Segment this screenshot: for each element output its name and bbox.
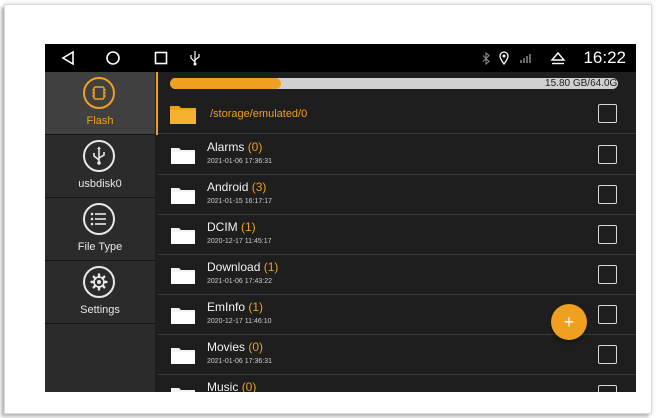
sidebar-item-label: Flash — [86, 115, 114, 127]
recents-icon[interactable] — [152, 48, 170, 68]
file-name: Download — [207, 260, 261, 274]
gear-icon — [83, 266, 115, 298]
file-date: 2020-12-17 11:46:10 — [207, 318, 272, 325]
eject-icon[interactable] — [549, 48, 567, 68]
file-checkbox[interactable] — [598, 185, 617, 204]
file-count: (0) — [247, 140, 263, 154]
file-date: 2021-01-06 17:36:31 — [207, 358, 272, 365]
current-path-row[interactable]: /storage/emulated/0 — [158, 94, 636, 134]
flash-chip-icon — [83, 77, 115, 109]
back-icon[interactable] — [59, 48, 77, 68]
file-count: (1) — [248, 300, 264, 314]
file-name-line: Download (1) — [207, 260, 278, 274]
folder-icon — [171, 308, 195, 324]
file-browser: 15.80 GB/64.0GB /storage/emulated/0 Alar… — [158, 72, 636, 392]
file-row[interactable]: Download (1) 2021-01-06 17:43:22 — [158, 255, 636, 295]
usb-icon — [83, 140, 115, 172]
file-name: Android — [207, 180, 249, 194]
file-checkbox[interactable] — [598, 145, 617, 164]
select-all-checkbox[interactable] — [598, 104, 617, 123]
file-checkbox[interactable] — [598, 385, 617, 392]
file-date: 2020-12-17 11:45:17 — [207, 238, 272, 245]
list-icon — [83, 203, 115, 235]
folder-icon — [171, 268, 195, 284]
device-frame: 16:22 Flash usbdisk0 File Type Settings … — [4, 4, 652, 414]
file-name: DCIM — [207, 220, 238, 234]
file-checkbox[interactable] — [598, 265, 617, 284]
sidebar: Flash usbdisk0 File Type Settings — [45, 72, 159, 392]
file-name: Alarms — [207, 140, 245, 154]
sidebar-item-file-type[interactable]: File Type — [45, 198, 155, 261]
file-checkbox[interactable] — [598, 305, 617, 324]
file-checkbox[interactable] — [598, 345, 617, 364]
file-date: 2021-01-06 17:43:22 — [207, 278, 272, 285]
file-name: Music — [207, 380, 239, 392]
status-clock: 16:22 — [583, 48, 626, 67]
file-row[interactable]: Movies (0) 2021-01-06 17:36:31 — [158, 335, 636, 375]
file-date: 2021-01-15 16:17:17 — [207, 198, 272, 205]
file-count: (1) — [241, 220, 256, 234]
folder-icon — [171, 388, 195, 392]
sidebar-item-flash[interactable]: Flash — [45, 72, 159, 135]
folder-icon — [171, 228, 195, 244]
location-icon — [498, 48, 510, 68]
file-row[interactable]: Music (0) — [158, 375, 636, 392]
file-name: Movies — [207, 340, 246, 354]
storage-progress-fill — [170, 78, 281, 89]
folder-open-icon — [170, 106, 196, 124]
file-name-line: Movies (0) — [207, 340, 263, 354]
bluetooth-icon — [480, 48, 492, 68]
file-name-line: Music (0) — [207, 380, 256, 392]
folder-icon — [171, 188, 195, 204]
file-name: EmInfo — [207, 300, 246, 314]
file-count: (1) — [263, 260, 279, 274]
home-icon[interactable] — [103, 48, 123, 68]
file-date: 2021-01-06 17:36:31 — [207, 158, 272, 165]
file-row[interactable]: Alarms (0) 2021-01-06 17:36:31 — [158, 135, 636, 175]
status-bar: 16:22 — [45, 44, 636, 72]
file-count: (3) — [251, 180, 267, 194]
sidebar-item-label: File Type — [77, 241, 123, 253]
file-name-line: EmInfo (1) — [207, 300, 263, 314]
file-row[interactable]: Android (3) 2021-01-15 16:17:17 — [158, 175, 636, 215]
file-name-line: Alarms (0) — [207, 140, 262, 154]
head-unit-screen: 16:22 Flash usbdisk0 File Type Settings … — [45, 44, 636, 392]
file-checkbox[interactable] — [598, 225, 617, 244]
sidebar-item-label: usbdisk0 — [78, 178, 122, 190]
signal-icon — [519, 48, 535, 68]
file-name-line: Android (3) — [207, 180, 266, 194]
file-count: (0) — [241, 380, 257, 392]
folder-icon — [171, 348, 195, 364]
file-row[interactable]: DCIM (1) 2020-12-17 11:45:17 — [158, 215, 636, 255]
file-name-line: DCIM (1) — [207, 220, 256, 234]
sidebar-item-settings[interactable]: Settings — [45, 261, 155, 324]
sidebar-item-label: Settings — [80, 304, 120, 316]
file-count: (0) — [248, 340, 264, 354]
current-path: /storage/emulated/0 — [210, 108, 308, 120]
folder-icon — [171, 148, 195, 164]
usb-icon — [188, 48, 202, 68]
sidebar-item-usbdisk0[interactable]: usbdisk0 — [45, 135, 155, 198]
add-button[interactable]: + — [551, 304, 587, 340]
storage-usage-text: 15.80 GB/64.0GB — [545, 78, 624, 89]
